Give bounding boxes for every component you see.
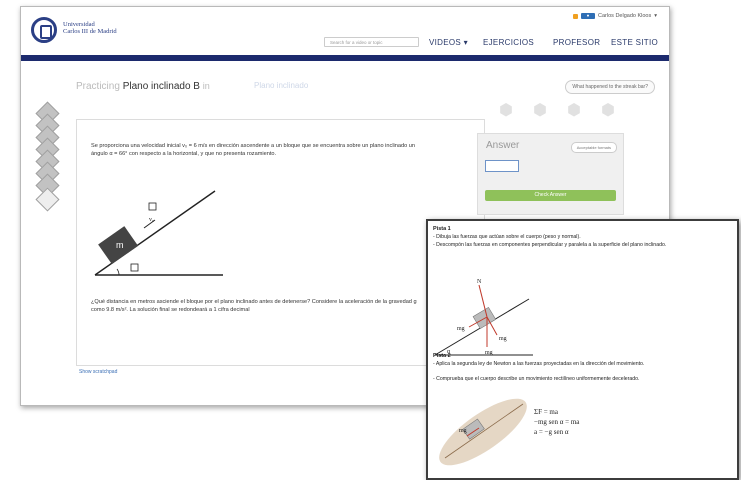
- acceptable-formats-button[interactable]: Acceptable formats: [570, 142, 617, 153]
- hint1-line1: - Dibuja las fuerzas que actúan sobre el…: [433, 234, 581, 240]
- problem-question: ¿Qué distancia en metros asciende el blo…: [91, 299, 417, 313]
- hint1-line2: - Descompón las fuerzas en componentes p…: [433, 242, 667, 248]
- parallel-force-label: mg: [457, 326, 465, 332]
- answer-panel: Answer Acceptable formats Check Answer: [477, 133, 624, 215]
- answer-input[interactable]: [485, 160, 519, 172]
- newton-equations: ΣF = ma −mg sen α = ma a = −g sen α: [534, 407, 579, 437]
- points-badge: ●: [581, 13, 596, 19]
- user-caret-icon[interactable]: ▾: [654, 13, 657, 19]
- equation-2: −mg sen α = ma: [534, 418, 580, 426]
- streak-stack-item-current: [35, 187, 60, 212]
- nav-ejercicios[interactable]: EJERCICIOS: [483, 38, 534, 47]
- normal-force-label: N: [477, 279, 482, 285]
- badge-hexagon-icon: ⬢: [499, 102, 513, 119]
- hint2-line2: - Comprueba que el cuerpo describe un mo…: [433, 376, 640, 382]
- motion-diagram: mg: [433, 388, 533, 476]
- university-logo-icon[interactable]: [31, 17, 57, 43]
- search-input[interactable]: Search for a video or topic: [324, 37, 419, 47]
- user-menu[interactable]: ● Carlos Delgado Kloos ▾: [573, 13, 657, 19]
- university-line1: Universidad: [63, 21, 95, 28]
- check-answer-button[interactable]: Check Answer: [485, 190, 616, 201]
- motion-force-label: mg: [459, 428, 467, 434]
- problem-statement: Se proporciona una velocidad inicial v₀ …: [91, 143, 416, 157]
- hint1-title: Pista 1: [433, 226, 451, 232]
- block-label: m: [116, 240, 124, 250]
- nav-videos-label: VIDEOS: [429, 38, 462, 47]
- exercise-title: Practicing Plano inclinado B in: [76, 81, 210, 92]
- nav-bar: [21, 55, 669, 61]
- university-name[interactable]: Universidad Carlos III de Madrid: [63, 21, 117, 35]
- velocity-label: v₀: [149, 217, 154, 223]
- equation-1: ΣF = ma: [534, 408, 558, 416]
- inclined-plane-diagram: m v₀: [89, 185, 229, 282]
- badge-hexagon-icon: ⬢: [533, 102, 547, 119]
- show-scratchpad-link[interactable]: Show scratchpad: [79, 369, 117, 375]
- perpendicular-force-label: mg: [499, 336, 507, 342]
- equation-3: a = −g sen α: [534, 428, 569, 436]
- streak-info-button[interactable]: What happened to the streak bar?: [565, 80, 655, 94]
- hint2-line1: - Aplica la segunda ley de Newton a las …: [433, 361, 645, 367]
- university-line2: Carlos III de Madrid: [63, 28, 117, 35]
- weight-label: mg: [485, 350, 493, 356]
- hint2-title: Pista 2: [433, 353, 451, 359]
- exercise-name: Plano inclinado B: [122, 81, 200, 92]
- force-diagram: N mg mg mg α: [433, 269, 537, 361]
- nav-profesor[interactable]: PROFESOR: [553, 38, 600, 47]
- practicing-label: Practicing: [76, 81, 120, 92]
- badge-hexagon-icon: ⬢: [567, 102, 581, 119]
- nav-este-sitio[interactable]: ESTE SITIO: [611, 38, 658, 47]
- notification-icon[interactable]: [573, 13, 579, 19]
- site-header: Universidad Carlos III de Madrid ● Carlo…: [21, 7, 669, 55]
- problem-card: Se proporciona una velocidad inicial v₀ …: [76, 119, 485, 366]
- badge-hexagon-icon: ⬢: [601, 102, 615, 119]
- in-label: in: [202, 81, 210, 91]
- breadcrumb-topic[interactable]: Plano inclinado: [254, 81, 308, 90]
- nav-videos[interactable]: VIDEOS ▾: [429, 38, 468, 47]
- hints-panel: Pista 1 - Dibuja las fuerzas que actúan …: [426, 219, 739, 480]
- user-name[interactable]: Carlos Delgado Kloos: [598, 13, 651, 19]
- answer-label: Answer: [486, 140, 520, 151]
- nav-videos-caret-icon: ▾: [463, 38, 468, 47]
